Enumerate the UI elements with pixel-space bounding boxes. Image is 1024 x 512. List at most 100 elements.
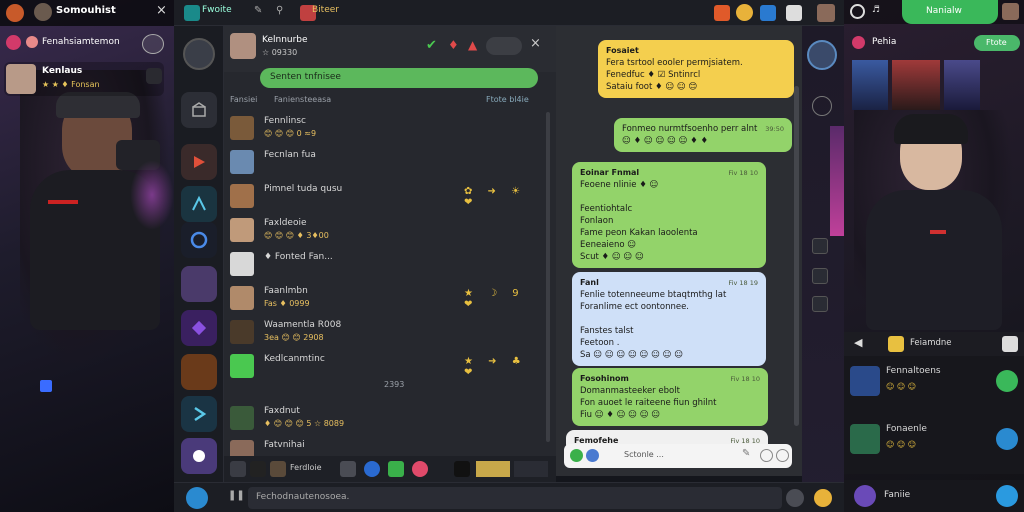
filter-bar[interactable]: Senten tnfnisee — [260, 68, 538, 88]
bottom-pause-icon[interactable]: ❚❚ — [228, 490, 245, 501]
right-title-tab[interactable]: Nanialw — [902, 0, 998, 24]
alert-icon[interactable]: ▲ — [468, 38, 477, 52]
favorite-icon[interactable]: ♦ — [448, 38, 459, 52]
message-bubble[interactable]: 39:50 Fonmeo nurmtfsoenho perr alnt ☺ ♦ ☺ … — [614, 118, 792, 152]
right-thumb-3[interactable] — [944, 60, 980, 110]
chat-row[interactable]: Fatvnihai — [224, 436, 544, 456]
camera-icon[interactable] — [760, 449, 773, 462]
right-thumb-2[interactable] — [892, 60, 940, 110]
streamer-menu-icon[interactable] — [146, 68, 162, 84]
right-bottom-icon[interactable] — [854, 485, 876, 507]
message-bubble[interactable]: Fosohinom Fiv 18 10 Domanmasteeker ebolt Fo… — [572, 368, 768, 426]
emoji-icon[interactable] — [570, 449, 583, 462]
toolbar-globe-icon[interactable] — [364, 461, 380, 477]
chat-row[interactable]: Faanlmbn Fas ♦ 0999 ★ ☽ 9 ❤ — [224, 282, 544, 316]
chat-row-icons[interactable]: ★ ➜ ♣ ❤ — [464, 356, 544, 378]
toolbar-preview-2[interactable] — [514, 461, 548, 477]
right-list-item[interactable]: Fennaltoens ☺ ☺ ☺ — [844, 362, 1024, 412]
bottom-sticker-icon[interactable] — [786, 489, 804, 507]
rail-game-thumb-2[interactable] — [181, 354, 217, 390]
toolbar-gift-icon[interactable] — [388, 461, 404, 477]
strip-icon-3[interactable] — [812, 296, 828, 312]
chat-header-name: Kelnnurbe — [262, 35, 308, 45]
rail-compass-icon[interactable] — [181, 186, 217, 222]
right-item-action-icon[interactable] — [996, 370, 1018, 392]
message-icon[interactable] — [760, 5, 776, 21]
rail-game-thumb[interactable] — [181, 266, 217, 302]
user-avatar[interactable] — [34, 3, 52, 21]
right-mute-icon[interactable]: ♬ — [872, 5, 880, 15]
toolbar-preview[interactable] — [476, 461, 510, 477]
conv-scrollbar[interactable] — [794, 86, 799, 426]
panel-close-icon[interactable]: × — [530, 36, 541, 51]
message-bubble[interactable]: Eoinar Fnmal Fiv 18 10 Feoene nlinie ♦ ☺ Fe… — [572, 162, 766, 268]
right-thumb-1[interactable] — [852, 60, 888, 110]
right-ring-icon[interactable] — [850, 4, 865, 19]
toolbar-thumb-icon[interactable] — [250, 461, 266, 477]
chat-row[interactable]: Fennlinsc 😊 😊 😊 0 ≈9 — [224, 112, 544, 146]
profile-avatar[interactable] — [817, 4, 835, 22]
chat-row[interactable]: Pimnel tuda qusu ✿ ➜ ☀ ❤ — [224, 180, 544, 214]
streamer-card[interactable]: Kenlaus ★ ★ ♦ Fonsan — [4, 62, 164, 96]
toolbar-sticker-icon[interactable] — [340, 461, 356, 477]
strip-icon-1[interactable] — [812, 238, 828, 254]
top-bar: Fwoite ✎ ⚲ Biteer — [174, 0, 844, 26]
pin-icon[interactable]: ⚲ — [276, 5, 283, 16]
right-avatar[interactable] — [1002, 3, 1019, 20]
right-sub-button[interactable]: Ftote — [974, 35, 1020, 51]
rail-ring-icon[interactable] — [181, 222, 217, 258]
share-icon[interactable] — [142, 34, 164, 54]
chat-row[interactable]: Faxdnut ♦ 😊 😊 😊 5 ☆ 8089 — [224, 402, 544, 436]
pen-icon[interactable]: ✎ — [742, 448, 750, 459]
bubble-time: Fiv 18 19 — [728, 279, 758, 287]
rail-avatar[interactable] — [183, 38, 215, 70]
coin-icon[interactable] — [736, 4, 753, 21]
rail-next-icon[interactable] — [181, 396, 217, 432]
message-input[interactable]: Fechodnautenosoea. — [248, 487, 782, 509]
strip-icon-2[interactable] — [812, 268, 828, 284]
app-icon[interactable] — [184, 5, 200, 21]
chat-row[interactable]: Waamentla R008 3ea 😊 😊 2908 — [224, 316, 544, 350]
nav-rail — [174, 26, 224, 512]
rail-home-icon[interactable] — [181, 92, 217, 128]
back-icon[interactable]: ◀ — [854, 336, 862, 349]
right-share-icon[interactable] — [996, 485, 1018, 507]
check-icon[interactable]: ✔ — [426, 38, 437, 53]
topbar-item[interactable]: Biteer — [312, 5, 339, 15]
rail-cube-icon[interactable] — [181, 310, 217, 346]
chat-row[interactable]: Fecnlan fua — [224, 146, 544, 180]
bottom-add-icon[interactable] — [186, 487, 208, 509]
message-bubble[interactable]: Fosaiet Fera tsrtool eooler permjsiatem. F… — [598, 40, 794, 98]
chat-row-icons[interactable]: ✿ ➜ ☀ ❤ — [464, 186, 544, 208]
game-tag: Feiamdne — [910, 338, 952, 348]
toolbar-media-icon[interactable] — [454, 461, 470, 477]
bottom-emoji-icon[interactable] — [814, 489, 832, 507]
right-list-item[interactable]: Fonaenle ☺ ☺ ☺ — [844, 420, 1024, 470]
strip-avatar[interactable] — [807, 40, 837, 70]
message-bubble[interactable]: Fanl Fiv 18 19 Fenlie totenneeume btaqtmth… — [572, 272, 766, 366]
inbox-icon[interactable] — [786, 5, 802, 21]
right-item-action-icon[interactable] — [996, 428, 1018, 450]
rail-play-icon[interactable] — [181, 144, 217, 180]
notification-icon[interactable] — [714, 5, 730, 21]
toolbar-avatar[interactable] — [230, 461, 246, 477]
chat-row[interactable]: Faxldeoie 😊 😊 😊 ♦ 3♦00 — [224, 214, 544, 248]
chat-row[interactable]: ♦ Fonted Fan... — [224, 248, 544, 282]
expand-icon[interactable] — [1002, 336, 1018, 352]
edit-icon[interactable]: ✎ — [254, 5, 262, 16]
chat-row[interactable]: Kedlcanmtinc ★ ➜ ♣ ❤ 2393 — [224, 350, 544, 402]
chat-row-icons[interactable]: ★ ☽ 9 ❤ — [464, 288, 544, 310]
chat-scrollbar[interactable] — [546, 112, 550, 442]
chat-header-sub: ☆ 09330 — [262, 48, 298, 57]
strip-info-icon[interactable] — [812, 96, 832, 116]
view-toggle[interactable] — [486, 37, 522, 55]
attach-icon[interactable] — [586, 449, 599, 462]
bubble-line: Feoene nlinie ♦ ☺ — [580, 180, 659, 190]
chat-avatar[interactable] — [230, 33, 256, 59]
send-icon[interactable] — [776, 449, 789, 462]
toolbar-heart-icon[interactable] — [412, 461, 428, 477]
close-icon[interactable]: × — [156, 3, 167, 18]
toolbar-game-icon[interactable] — [270, 461, 286, 477]
rail-chat-icon[interactable] — [181, 438, 217, 474]
conv-input[interactable]: Sctonle ... ✎ — [564, 444, 792, 468]
